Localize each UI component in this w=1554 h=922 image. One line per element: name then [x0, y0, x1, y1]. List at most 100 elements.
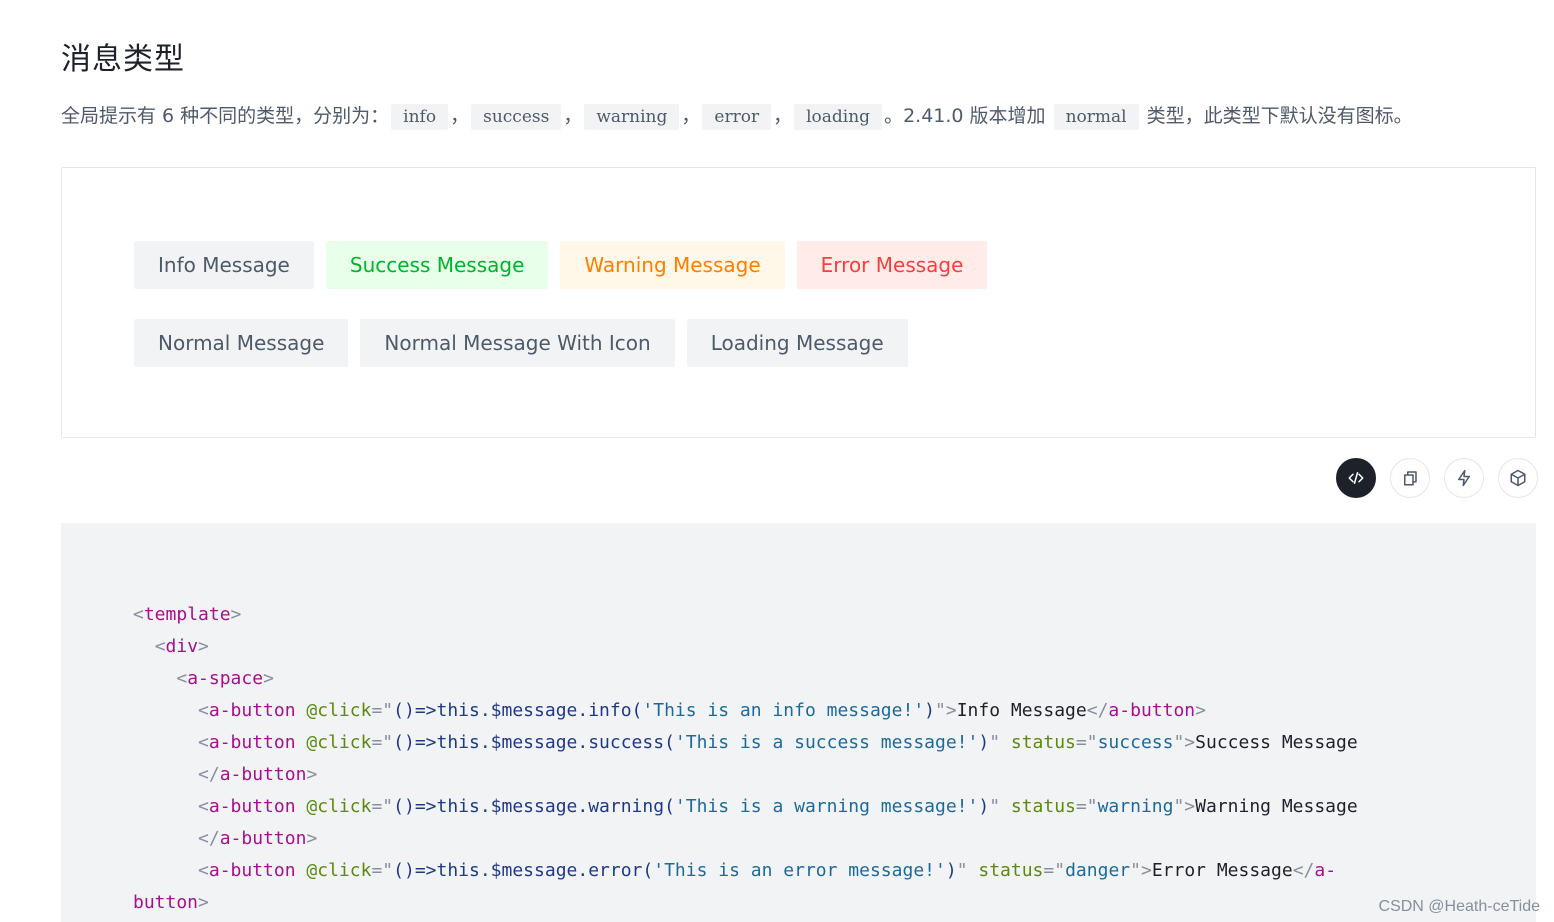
description-suffix: 类型，此类型下默认没有图标。	[1146, 105, 1413, 127]
code-expr: )	[978, 796, 990, 817]
code-tag: a-button	[208, 796, 296, 817]
code-string: 'This is a warning message!'	[674, 796, 979, 817]
code-text: Success Message	[1195, 732, 1358, 753]
code-attr: status	[1010, 732, 1076, 753]
page-title: 消息类型	[61, 42, 185, 77]
code-tag: a-	[1314, 860, 1337, 881]
demo-preview: Info Message Success Message Warning Mes…	[61, 167, 1536, 438]
code-punct: "	[1086, 796, 1098, 817]
info-message-button[interactable]: Info Message	[134, 241, 314, 289]
loading-message-button[interactable]: Loading Message	[686, 319, 908, 367]
code-punct: >	[1140, 860, 1152, 881]
code-tag: a-	[219, 764, 242, 785]
code-expr: )	[924, 700, 935, 721]
codesandbox-icon	[1510, 469, 1526, 487]
code-punct: "	[989, 796, 1001, 817]
demo-row-1: Info Message Success Message Warning Mes…	[134, 241, 988, 289]
code-punct: <	[154, 636, 166, 657]
code-punct: "	[1173, 732, 1185, 753]
code-attr: status	[1010, 796, 1076, 817]
code-tag: template	[143, 604, 231, 625]
code-string: success	[1097, 732, 1174, 753]
code-tag: a-button	[208, 860, 296, 881]
normal-message-with-icon-button[interactable]: Normal Message With Icon	[360, 319, 675, 367]
code-text: Warning Message	[1195, 796, 1358, 817]
codepen-button[interactable]	[1444, 458, 1484, 498]
code-punct: =	[1075, 796, 1087, 817]
code-tag: a-button	[208, 700, 296, 721]
code-actions	[1336, 458, 1538, 498]
code-punct: =	[371, 860, 383, 881]
code-punct: =	[1075, 732, 1087, 753]
copy-code-button[interactable]	[1390, 458, 1430, 498]
code-tag: a-space	[187, 668, 264, 689]
code-punct: "	[1086, 732, 1098, 753]
code-punct: <	[198, 796, 209, 817]
code-attr: @click	[306, 796, 372, 817]
code-expr: ()=>this.$message.error(	[393, 860, 654, 881]
type-code-info: info	[391, 104, 449, 130]
code-punct: >	[230, 604, 242, 625]
code-expr: ()=>this.$message.info(	[393, 700, 643, 721]
description-prefix: 全局提示有 6 种不同的类型，分别为：	[61, 105, 390, 127]
code-tag: button	[1130, 700, 1196, 721]
code-punct: =	[371, 700, 383, 721]
code-punct: </	[1086, 700, 1109, 721]
code-tag: button	[241, 828, 307, 849]
warning-message-button[interactable]: Warning Message	[560, 241, 785, 289]
demo-row-2: Normal Message Normal Message With Icon …	[134, 319, 908, 367]
code-punct: </	[198, 828, 220, 849]
description: 全局提示有 6 种不同的类型，分别为： info， success， warning，…	[61, 100, 1541, 133]
code-punct: =	[371, 732, 383, 753]
code-punct: </	[1292, 860, 1315, 881]
code-punct: =	[371, 796, 383, 817]
code-string: 'This is a success message!'	[674, 732, 979, 753]
separator: ，	[563, 105, 583, 127]
description-middle: 。2.41.0 版本增加	[884, 105, 1046, 127]
code-punct: >	[1184, 796, 1196, 817]
code-punct: >	[198, 892, 209, 913]
code-punct: "	[956, 860, 968, 881]
code-punct: "	[1130, 860, 1141, 881]
code-punct: "	[1173, 796, 1185, 817]
error-message-button[interactable]: Error Message	[796, 241, 988, 289]
normal-message-button[interactable]: Normal Message	[134, 319, 349, 367]
code-tag: a-button	[208, 732, 296, 753]
code-tag: div	[165, 636, 199, 657]
separator: ，	[450, 105, 470, 127]
code-tag: button	[133, 892, 199, 913]
code-block: <template> <div> <a-space> <a-button @cl…	[61, 523, 1536, 922]
code-punct: =	[1043, 860, 1055, 881]
code-punct: >	[306, 828, 318, 849]
type-code-loading: loading	[794, 104, 883, 130]
code-text: Info Message	[956, 700, 1087, 721]
codesandbox-button[interactable]	[1498, 458, 1538, 498]
code-punct: <	[198, 732, 209, 753]
type-code-normal: normal	[1053, 104, 1139, 130]
separator: ，	[773, 105, 793, 127]
code-punct: "	[382, 796, 394, 817]
code-expr: )	[945, 860, 957, 881]
type-code-error: error	[702, 104, 772, 130]
code-punct: "	[382, 700, 394, 721]
copy-icon	[1404, 471, 1417, 486]
code-string: warning	[1097, 796, 1174, 817]
type-code-warning: warning	[584, 104, 680, 130]
code-punct: <	[198, 700, 209, 721]
code-expr: )	[978, 732, 990, 753]
code-punct: <	[176, 668, 188, 689]
code-expr: ()=>this.$message.success(	[393, 732, 675, 753]
code-attr: @click	[306, 732, 372, 753]
show-code-button[interactable]	[1336, 458, 1376, 498]
code-punct: >	[198, 636, 209, 657]
code-icon	[1348, 472, 1364, 484]
code-tag: a-	[1108, 700, 1131, 721]
separator: ，	[681, 105, 701, 127]
code-attr: status	[978, 860, 1044, 881]
success-message-button[interactable]: Success Message	[325, 241, 549, 289]
code-punct: "	[989, 732, 1001, 753]
code-attr: @click	[306, 860, 372, 881]
code-punct: </	[198, 764, 220, 785]
